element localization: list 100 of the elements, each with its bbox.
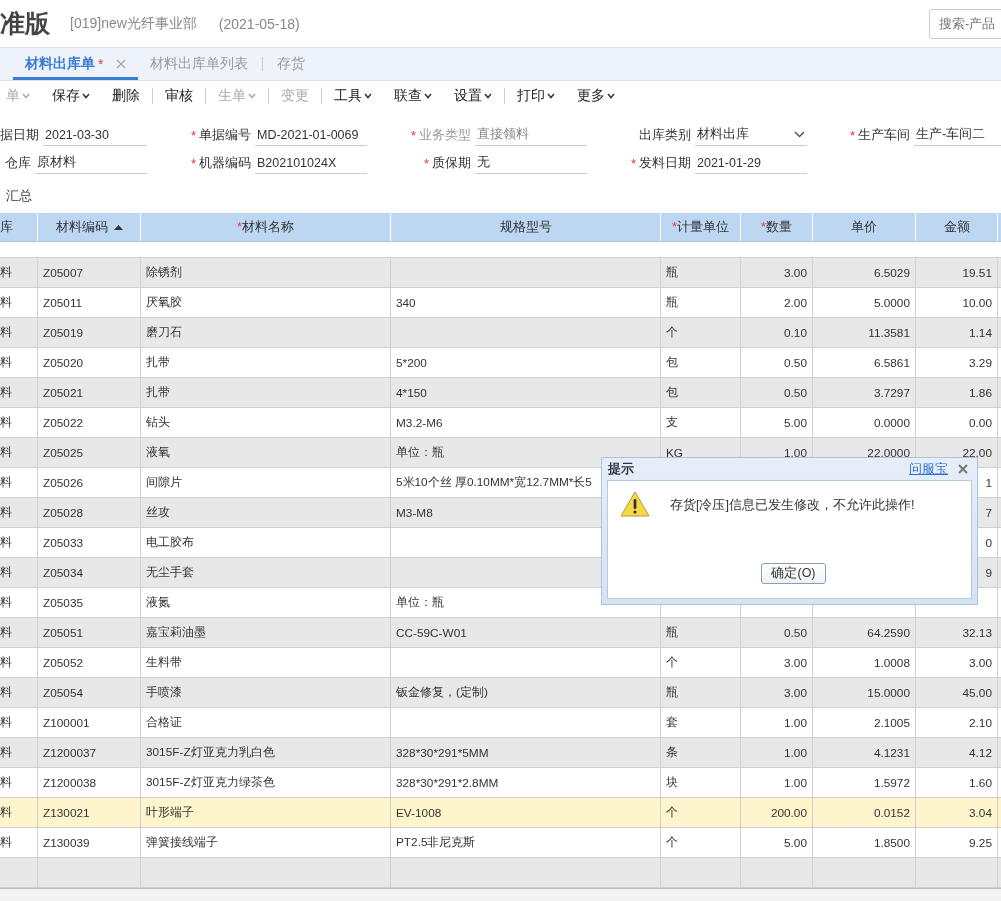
table-cell: 1.86 [969,385,992,400]
table-cell: 3.00 [784,655,807,670]
table-cell: 4.1231 [873,745,910,760]
table-cell: 瓶 [666,624,678,641]
table-cell: 扎带 [146,354,170,371]
table-row[interactable]: 料 Z130021 叶形端子 EV-1008 个 200.00 0.0152 3.04 [0,798,1001,828]
input-field[interactable]: 无 [475,152,587,174]
table-row[interactable]: 料 Z130039 弹簧接线端子 PT2.5非尼克斯 个 5.00 1.8500 9.25 [0,828,1001,858]
table-cell: EV-1008 [396,805,442,820]
table-cell: 9.25 [969,835,992,850]
table-cell: 钣金修复，(定制) [396,684,488,701]
toolbar-button[interactable]: 打印 [517,87,563,105]
column-header[interactable]: 数量 [765,218,792,236]
table-cell: Z05051 [43,625,83,640]
header-date: (2021-05-18) [218,15,300,32]
close-icon[interactable] [116,59,127,69]
toolbar-button[interactable]: 工具 [334,87,380,105]
required-mark: * [237,220,242,234]
table-cell: Z130021 [43,805,90,820]
table-row[interactable]: 料 Z05019 磨刀石 个 0.10 11.3581 1.14 [0,318,1001,348]
table-cell: 1.00 [784,445,807,460]
table-cell: 5.0000 [873,295,910,310]
search-field[interactable]: 搜索-产品 [929,8,1001,39]
table-cell: 2.1005 [873,715,910,730]
input-field[interactable]: 原材料 [35,152,147,174]
table-row[interactable]: 料 Z1200037 3015F-Z灯亚克力乳白色 328*30*291*5MM 条 1.00 4.1231 4.12 [0,738,1001,768]
table-row[interactable]: 料 Z1200038 3015F-Z灯亚克力绿茶色 328*30*291*2.8MM 块 1.00 1.5972 1.60 [0,768,1001,798]
table-cell: 0.50 [784,355,807,370]
table-cell: 328*30*291*5MM [396,745,489,760]
toolbar-button[interactable]: 保存 [52,87,98,105]
table-cell: Z05026 [43,475,83,490]
table-cell: 生料带 [146,654,182,671]
table-cell: Z1200037 [43,745,97,760]
table-cell: 料 [0,534,12,551]
table-row[interactable]: 料 Z05020 扎带 5*200 包 0.50 6.5861 3.29 [0,348,1001,378]
table-cell: 200.00 [770,805,807,820]
table-row[interactable]: 料 Z05051 嘉宝莉油墨 CC-59C-W01 瓶 0.50 64.2590 32.13 [0,618,1001,648]
table-cell: 料 [0,594,12,611]
field-label: 生产车间 [858,126,910,144]
table-row[interactable]: 料 Z05052 生料带 个 3.00 1.0008 3.00 [0,648,1001,678]
column-header[interactable]: 计量单位 [676,218,729,236]
close-icon[interactable] [958,464,968,474]
input-field[interactable]: B202101024X [255,152,367,174]
table-row[interactable]: 料 Z05054 手喷漆 钣金修复，(定制) 瓶 3.00 15.0000 45.00 [0,678,1001,708]
caret-icon [364,93,372,99]
table-cell: 电工胶布 [146,534,194,551]
select-field[interactable]: 材料出库 [695,124,807,146]
column-header[interactable]: 材料名称 [241,218,294,236]
table-cell: 除锈剂 [146,264,182,281]
table-row[interactable]: 料 Z100001 合格证 套 1.00 2.1005 2.10 [0,708,1001,738]
table-cell: 液氮 [146,594,170,611]
table-cell: 料 [0,324,12,341]
table-cell: 11.3581 [868,325,910,340]
table-cell: 7 [985,505,992,520]
table-cell: Z05052 [43,655,83,670]
toolbar-button[interactable]: 更多 [577,87,623,105]
table-cell: 3.00 [784,685,807,700]
table-cell: 单位：瓶 [396,444,444,461]
table-cell: 支 [666,414,678,431]
table-cell: 5米10个丝 厚0.10MM*宽12.7MM*长5 [396,474,592,491]
table-row[interactable]: 料 Z05011 厌氧胶 340 瓶 2.00 5.0000 10.00 [0,288,1001,318]
field-label: 质保期 [432,154,471,172]
column-header[interactable]: 单价 [851,218,877,236]
column-header[interactable]: 材料编码 [55,218,108,236]
table-cell: 料 [0,804,12,821]
toolbar-button[interactable]: 删除 [112,88,153,104]
toolbar-button[interactable]: 审核 [165,88,206,104]
column-header[interactable]: 库 [0,218,13,236]
table-cell: 料 [0,774,12,791]
table-row[interactable]: 料 Z05022 钻头 M3.2-M6 支 5.00 0.0000 0.00 [0,408,1001,438]
table-cell: 条 [666,744,678,761]
tab[interactable]: 材料出库单 * [13,48,139,80]
table-row[interactable] [0,858,1001,888]
column-header[interactable]: 金额 [943,218,970,236]
table-cell: 32.13 [962,625,992,640]
modified-mark: * [98,56,104,72]
table-cell: 0.50 [784,625,807,640]
table-cell: 料 [0,414,12,431]
table-cell: 64.2590 [867,625,910,640]
ok-button[interactable]: 确定(O) [761,563,826,584]
table-cell: 2.00 [784,295,807,310]
toolbar-button[interactable]: 设置 [454,88,505,104]
table-cell: 个 [666,324,678,341]
table-cell: 4.12 [969,745,992,760]
table-row[interactable]: 料 Z05007 除锈剂 瓶 3.00 6.5029 19.51 [0,258,1001,288]
table-cell: 磨刀石 [146,324,182,341]
toolbar-button[interactable]: 联查 [394,87,440,105]
table-cell: 厌氧胶 [146,294,182,311]
table-cell: 1.8500 [873,835,910,850]
column-header[interactable]: 规格型号 [499,218,552,236]
input-field[interactable]: 2021-03-30 [43,124,147,146]
input-field[interactable]: 生产-车间二 [914,124,1001,146]
table-cell: 1 [985,475,992,490]
table-cell: 合格证 [146,714,182,731]
table-row[interactable]: 料 Z05021 扎带 4*150 包 0.50 3.7297 1.86 [0,378,1001,408]
input-field[interactable]: MD-2021-01-0069 [255,124,367,146]
input-field[interactable]: 2021-01-29 [695,152,807,174]
table-cell: 3.29 [969,355,992,370]
caret-icon [484,93,492,99]
field-label: 仓库 [5,154,31,172]
